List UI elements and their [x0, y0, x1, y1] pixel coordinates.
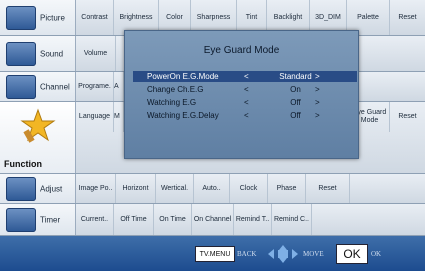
arrow-left-icon[interactable]: <	[244, 97, 249, 108]
arrow-left-icon[interactable]: <	[244, 71, 249, 82]
option-watching-eg-delay[interactable]: Watching E.G.Delay < Off >	[145, 110, 350, 121]
menu-item-phase[interactable]: Phase	[268, 174, 306, 203]
menu-item-language[interactable]: Language	[76, 102, 114, 132]
menu-item-function-reset[interactable]: Reset	[390, 102, 425, 132]
menu-item-current-time[interactable]: Current..	[76, 204, 114, 235]
ok-button[interactable]: OK	[336, 244, 368, 264]
category-picture[interactable]: Picture	[0, 0, 76, 35]
menu-item-vertical[interactable]: Wertical.	[156, 174, 194, 203]
menu-item-contrast[interactable]: Contrast	[76, 0, 114, 35]
arrow-left-icon[interactable]: <	[244, 110, 249, 121]
menu-row-timer: Timer Current.. Off Time On Time On Chan…	[0, 204, 425, 236]
move-arrows-icon	[268, 245, 298, 263]
category-label: Adjust	[40, 184, 63, 193]
category-label: Sound	[40, 49, 64, 58]
menu-item-truncated[interactable]: A	[114, 72, 124, 101]
arrow-right-icon[interactable]: >	[315, 97, 320, 108]
tv-menu-button[interactable]: TV.MENU	[195, 246, 235, 262]
speaker-icon	[6, 41, 36, 66]
category-label: Timer	[40, 215, 61, 224]
arrow-right-icon[interactable]: >	[315, 71, 320, 82]
category-timer[interactable]: Timer	[0, 204, 76, 235]
menu-item-on-time[interactable]: On Time	[154, 204, 192, 235]
back-hint: BACK	[237, 250, 257, 258]
menu-row-adjust: Adjust Image Po.. Horizont Wertical. Aut…	[0, 174, 425, 204]
menu-item-remind-channel[interactable]: Remind C..	[272, 204, 312, 235]
category-label: Channel	[40, 82, 70, 91]
picture-icon	[6, 5, 36, 30]
adjust-icon	[6, 176, 36, 201]
option-name: Change Ch.E.G	[147, 85, 204, 94]
option-name: PowerOn E.G.Mode	[147, 72, 219, 81]
menu-item-on-channel[interactable]: On Channel	[192, 204, 234, 235]
menu-item-truncated[interactable]: M	[114, 102, 124, 132]
option-name: Watching E.G.Delay	[147, 111, 219, 120]
option-name: Watching E.G	[147, 98, 197, 107]
option-poweron-eg-mode[interactable]: PowerOn E.G.Mode < Standard >	[133, 71, 357, 82]
menu-item-volume[interactable]: Volume	[76, 36, 116, 71]
menu-item-programe[interactable]: Programe.	[76, 72, 114, 101]
option-change-ch-eg[interactable]: Change Ch.E.G < On >	[145, 84, 350, 95]
menu-item-off-time[interactable]: Off Time	[114, 204, 154, 235]
menu-item-clock[interactable]: Clock	[230, 174, 268, 203]
category-label: Function	[4, 159, 42, 169]
move-hint: MOVE	[303, 250, 324, 258]
menu-item-auto[interactable]: Auto..	[194, 174, 230, 203]
category-adjust[interactable]: Adjust	[0, 174, 76, 203]
arrow-left-icon[interactable]: <	[244, 84, 249, 95]
star-icon	[20, 108, 56, 143]
category-channel[interactable]: Channel	[0, 72, 76, 101]
dialog-title: Eye Guard Mode	[203, 45, 280, 56]
arrow-right-icon[interactable]: >	[315, 110, 320, 121]
eye-guard-dialog: Eye Guard Mode PowerOn E.G.Mode < Standa…	[124, 30, 359, 159]
menu-item-adjust-reset[interactable]: Reset	[306, 174, 350, 203]
category-function[interactable]: Function	[0, 102, 76, 173]
clock-icon	[6, 207, 36, 232]
menu-item-remind-time[interactable]: Remind T..	[234, 204, 272, 235]
ok-hint: OK	[371, 250, 382, 258]
bottom-help-bar: TV.MENU BACK MOVE OK OK	[0, 236, 425, 271]
arrow-right-icon[interactable]: >	[315, 84, 320, 95]
menu-item-image-position[interactable]: Image Po..	[76, 174, 116, 203]
category-sound[interactable]: Sound	[0, 36, 76, 71]
category-label: Picture	[40, 13, 65, 22]
menu-item-horizontal[interactable]: Horizont	[116, 174, 156, 203]
option-watching-eg[interactable]: Watching E.G < Off >	[145, 97, 350, 108]
tv-menu-screen: Picture Contrast Brightness Color Sharpn…	[0, 0, 425, 271]
menu-item-reset[interactable]: Reset	[390, 0, 425, 35]
channel-icon	[6, 74, 36, 99]
